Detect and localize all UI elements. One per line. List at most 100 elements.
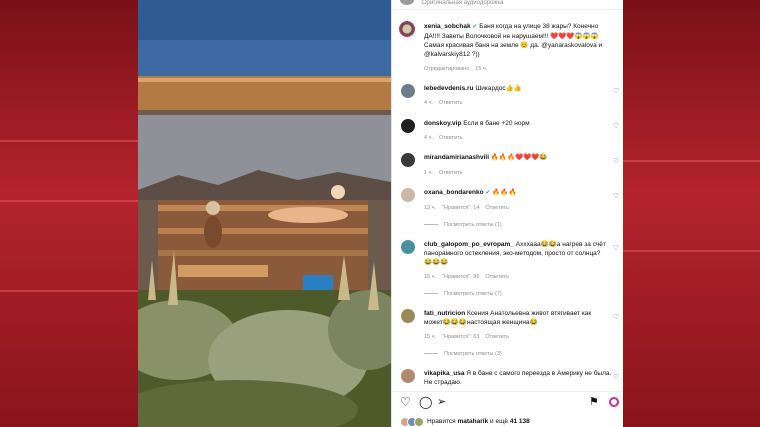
divider <box>392 9 623 10</box>
reply-button[interactable]: Ответить <box>439 135 463 141</box>
commenter-avatar[interactable] <box>401 309 415 323</box>
decor-stripe <box>622 250 760 252</box>
post-photo[interactable] <box>138 0 391 427</box>
commenter-avatar[interactable] <box>401 119 415 133</box>
heart-icon[interactable]: ♡ <box>613 374 620 381</box>
heart-icon[interactable]: ♡ <box>613 193 620 200</box>
comment-body: Не страдаю. <box>424 379 462 386</box>
edited-label: Отредактировано <box>424 66 470 72</box>
caption-line-1: Баня когда на улице 38 жары? Конечно <box>479 23 599 30</box>
comment-text: club_galopom_po_evropam_ Ахххааа😂😂а нагр… <box>424 240 614 267</box>
comment-text: fati_nutricion Ксения Анатольевна живот … <box>424 309 614 327</box>
comment-time: 1 ч. <box>424 170 433 176</box>
comment-time: 4 ч. <box>424 100 433 106</box>
decor-stripe <box>622 160 760 162</box>
heart-icon[interactable]: ♡ <box>613 245 620 252</box>
heart-icon[interactable]: ♡ <box>613 88 620 95</box>
reply-button[interactable]: Ответить <box>485 274 509 280</box>
profile-ring-icon[interactable] <box>609 397 619 407</box>
verified-icon: ✔ <box>472 24 478 30</box>
liker-avatar <box>414 417 424 427</box>
caption-meta: Отредактировано 15 ч. <box>424 66 493 72</box>
background-left <box>0 0 138 427</box>
comment-username[interactable]: oxana_bondarenko <box>424 189 484 196</box>
heart-icon[interactable]: ♡ <box>613 123 620 130</box>
background-right <box>622 0 760 427</box>
comment-time: 15 ч. <box>424 274 437 280</box>
comment-body: Я в бане с самого переезда в Америку не … <box>466 370 612 377</box>
comment-username[interactable]: club_galopom_po_evropam_ <box>424 241 514 248</box>
comment-body: Если в бане +20 норм <box>463 120 530 127</box>
comment-body: может😂😂😂настоящая женщина😂 <box>424 319 538 326</box>
sauna-scene-image <box>138 0 391 427</box>
decor-stripe <box>0 290 138 292</box>
comment-username[interactable]: fati_nutricion <box>424 310 465 317</box>
comment-time: 4 ч. <box>424 135 433 141</box>
commenter-avatar[interactable] <box>401 153 415 167</box>
caption-line-2: ДА!!!! Заветы Волочковой не нарушаем!!! … <box>424 33 599 40</box>
comment-body: 🔥🔥🔥 <box>492 189 517 196</box>
commenter-avatar[interactable] <box>401 240 415 254</box>
comment-text: donskoy.vip Если в бане +20 норм <box>424 119 530 128</box>
comment-bubble-icon[interactable]: ◯ <box>419 395 432 409</box>
comment-body: панорамного остекления, эко-методом, про… <box>424 250 601 257</box>
comment-body: 🔥🔥🔥❤️❤️❤️😂 <box>490 154 548 161</box>
comment-likes[interactable]: "Нравится": 86 <box>442 274 479 280</box>
commenter-avatar[interactable] <box>401 188 415 202</box>
reply-button[interactable]: Ответить <box>439 100 463 106</box>
bookmark-icon[interactable]: ⚑ <box>589 395 599 408</box>
caption-line-4: @kalvarskiy812 ?)) <box>424 51 480 58</box>
see-replies-button[interactable]: Посмотреть ответы (3) <box>424 351 502 357</box>
post-time: 15 ч. <box>475 66 488 72</box>
reply-button[interactable]: Ответить <box>485 205 509 211</box>
reply-button[interactable]: Ответить <box>439 170 463 176</box>
audio-avatar <box>400 0 414 5</box>
comment-username[interactable]: vikapika_usa <box>424 370 464 377</box>
likes-label: Нравится <box>427 418 456 425</box>
audio-label[interactable]: Оригинальная аудиодорожка <box>422 0 503 6</box>
comment-text: oxana_bondarenko ✔ 🔥🔥🔥 <box>424 188 517 198</box>
comment-likes[interactable]: "Нравится": 14 <box>442 205 479 211</box>
comment-likes[interactable]: "Нравится": 63 <box>442 334 479 340</box>
comment-time: 15 ч. <box>424 334 437 340</box>
caption-line-3: Самая красивая баня на земле 😊 да. @yana… <box>424 42 603 49</box>
comment-username[interactable]: mirandamirianashvili <box>424 154 489 161</box>
comment-body: Ахххааа😂😂а нагрев за счёт <box>515 241 606 248</box>
share-send-icon[interactable]: ➢ <box>437 395 446 408</box>
and-more-label: и ещё <box>490 418 509 425</box>
comment-meta: 15 ч. "Нравится": 86 Ответить <box>424 274 515 280</box>
comment-username[interactable]: lebedevdenis.ru <box>424 85 474 92</box>
see-replies-button[interactable]: Посмотреть ответы (1) <box>424 222 502 228</box>
comment-body: Ксения Анатольевна живот втягивает как <box>466 310 592 317</box>
comment-text: mirandamirianashvili 🔥🔥🔥❤️❤️❤️😂 <box>424 153 548 162</box>
comment-body: Шикардос👍👍 <box>475 85 522 92</box>
commenter-avatar[interactable] <box>401 84 415 98</box>
comments-panel: Оригинальная аудиодорожка xenia_sobchak … <box>391 0 623 427</box>
heart-icon[interactable]: ♡ <box>613 314 620 321</box>
like-heart-icon[interactable]: ♡ <box>400 395 411 409</box>
divider <box>392 391 623 392</box>
decor-stripe <box>0 200 138 202</box>
comment-time: 13 ч. <box>424 205 437 211</box>
author-username[interactable]: xenia_sobchak <box>424 23 471 30</box>
comment-meta: 13 ч. "Нравится": 14 Ответить <box>424 205 515 211</box>
likes-count[interactable]: 41 138 <box>510 418 530 425</box>
reply-button[interactable]: Ответить <box>485 334 509 340</box>
comment-meta: 4 ч. Ответить <box>424 135 469 141</box>
comment-text: lebedevdenis.ru Шикардос👍👍 <box>424 84 522 93</box>
likes-summary[interactable]: Нравится mataharik и ещё 41 138 <box>427 417 530 426</box>
comment-meta: 4 ч. Ответить <box>424 100 469 106</box>
comment-meta: 15 ч. "Нравится": 63 Ответить <box>424 334 515 340</box>
comment-body: 😂😂😂 <box>424 259 449 266</box>
verified-icon: ✔ <box>485 190 491 196</box>
comment-username[interactable]: donskoy.vip <box>424 120 461 127</box>
liked-by-user[interactable]: mataharik <box>458 418 489 425</box>
comment-meta: 1 ч. Ответить <box>424 170 469 176</box>
see-replies-button[interactable]: Посмотреть ответы (7) <box>424 291 502 297</box>
post-caption: xenia_sobchak ✔ Баня когда на улице 38 ж… <box>424 22 619 59</box>
author-avatar[interactable] <box>399 21 415 37</box>
commenter-avatar[interactable] <box>401 369 415 383</box>
decor-stripe <box>0 140 138 142</box>
heart-icon[interactable]: ♡ <box>613 158 620 165</box>
comment-text: vikapika_usa Я в бане с самого переезда … <box>424 369 614 387</box>
